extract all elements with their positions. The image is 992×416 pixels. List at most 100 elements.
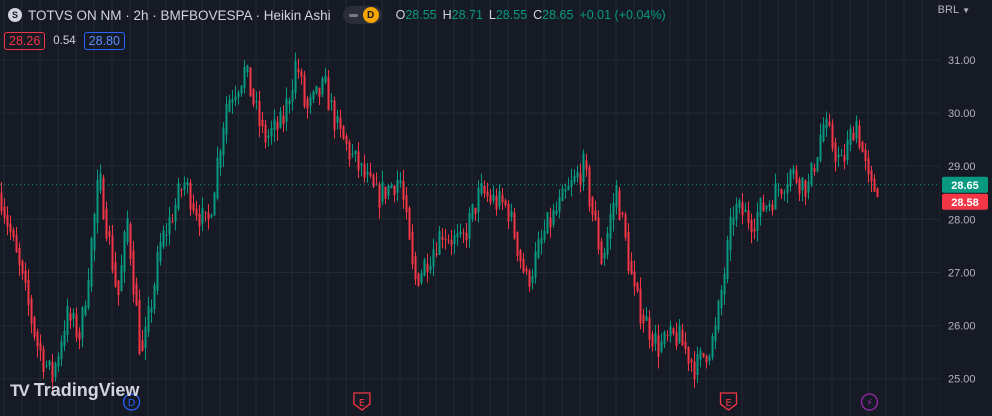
candle-body: [432, 249, 435, 267]
candle-body: [234, 96, 237, 101]
candle-body: [663, 332, 666, 345]
candle-body: [93, 213, 96, 251]
candle-body: [129, 224, 132, 259]
candle-body: [201, 208, 204, 224]
candle: [276, 116, 279, 141]
candle-body: [348, 141, 351, 160]
candle-body: [3, 206, 6, 218]
candle: [414, 251, 417, 285]
candle: [126, 210, 129, 246]
candle-body: [792, 168, 795, 175]
candle-body: [798, 179, 801, 194]
chart-title[interactable]: TOTVS ON NM · 2h · BMFBOVESPA · Heikin A…: [28, 8, 331, 23]
candle: [261, 111, 264, 134]
candle: [378, 181, 381, 219]
candle-body: [738, 200, 741, 208]
candle-body: [795, 169, 798, 183]
candle-body: [189, 182, 192, 210]
candle-body: [159, 241, 162, 262]
candle: [99, 164, 102, 194]
sell-price-button[interactable]: 28.26: [4, 32, 46, 50]
candle-body: [750, 219, 753, 233]
candle-body: [318, 87, 321, 97]
buy-price-button[interactable]: 28.80: [83, 32, 125, 50]
candle-body: [339, 117, 342, 129]
candle-body: [789, 170, 792, 187]
candle-body: [369, 172, 372, 176]
candle: [564, 183, 567, 199]
candle-body: [840, 155, 843, 157]
candle-body: [171, 221, 174, 223]
candle-body: [747, 210, 750, 223]
market-status-pill[interactable]: D: [342, 6, 382, 24]
candle-body: [606, 233, 609, 255]
candle-body: [834, 142, 837, 163]
candle: [288, 97, 291, 114]
candle-body: [222, 127, 225, 156]
candle-body: [135, 283, 138, 306]
candle: [306, 95, 309, 119]
candle-body: [243, 66, 246, 88]
candle-body: [198, 213, 201, 227]
candle-body: [402, 180, 405, 200]
candle: [513, 207, 516, 240]
ohlc-values: O 28.55 H 28.71 L 28.55 C 28.65 +0.01 (+0.04…: [396, 8, 666, 22]
candle: [738, 198, 741, 214]
candle-body: [714, 325, 717, 342]
candle-body: [81, 307, 84, 338]
candle: [138, 289, 141, 356]
candle: [720, 285, 723, 316]
symbol-logo-icon[interactable]: S: [8, 8, 22, 22]
candle-body: [123, 232, 126, 272]
candle: [342, 124, 345, 140]
candle: [63, 320, 66, 352]
candle-body: [783, 192, 786, 194]
candle-body: [444, 238, 447, 240]
candle-body: [534, 251, 537, 278]
candle-body: [270, 128, 273, 137]
currency-selector[interactable]: BRL ▼: [938, 4, 970, 16]
candle-body: [504, 200, 507, 206]
candle-body: [600, 241, 603, 265]
chart-header: S TOTVS ON NM · 2h · BMFBOVESPA · Heikin…: [8, 4, 666, 26]
candle-body: [99, 173, 102, 191]
candle: [708, 353, 711, 365]
candle-body: [18, 247, 21, 266]
candle: [627, 223, 630, 275]
event-marker[interactable]: ⚡: [860, 393, 879, 411]
tradingview-logo[interactable]: TV TradingView: [10, 380, 139, 401]
candle: [756, 202, 759, 242]
candle: [765, 205, 768, 213]
candle-body: [0, 192, 3, 212]
candle: [483, 180, 486, 199]
candle: [222, 122, 225, 167]
candle: [441, 228, 444, 249]
candle: [42, 345, 45, 379]
candle-body: [771, 204, 774, 211]
candle: [33, 315, 36, 341]
candle-body: [306, 98, 309, 109]
candle: [645, 307, 648, 321]
candle-body: [54, 363, 57, 377]
candle-body: [366, 172, 369, 175]
candle: [348, 139, 351, 167]
candle: [48, 360, 51, 370]
candle: [540, 229, 543, 255]
candle: [603, 247, 606, 266]
candle-body: [873, 178, 876, 192]
candle-body: [423, 259, 426, 276]
candle-body: [381, 181, 384, 202]
candle: [486, 182, 489, 202]
candle-body: [744, 209, 747, 213]
candle-body: [42, 348, 45, 372]
candle-body: [684, 341, 687, 349]
candle: [225, 96, 228, 144]
candle-body: [441, 236, 444, 240]
high-value: 28.71: [451, 8, 483, 22]
event-marker[interactable]: E: [353, 392, 371, 411]
candle-body: [210, 214, 213, 218]
candle-body: [213, 192, 216, 216]
chart-canvas[interactable]: D E E ⚡ 31.00 30.00 29.00 28.00 27.00 26.00 25.00…: [0, 0, 992, 416]
event-marker[interactable]: E: [719, 392, 738, 411]
candle-body: [570, 180, 573, 187]
